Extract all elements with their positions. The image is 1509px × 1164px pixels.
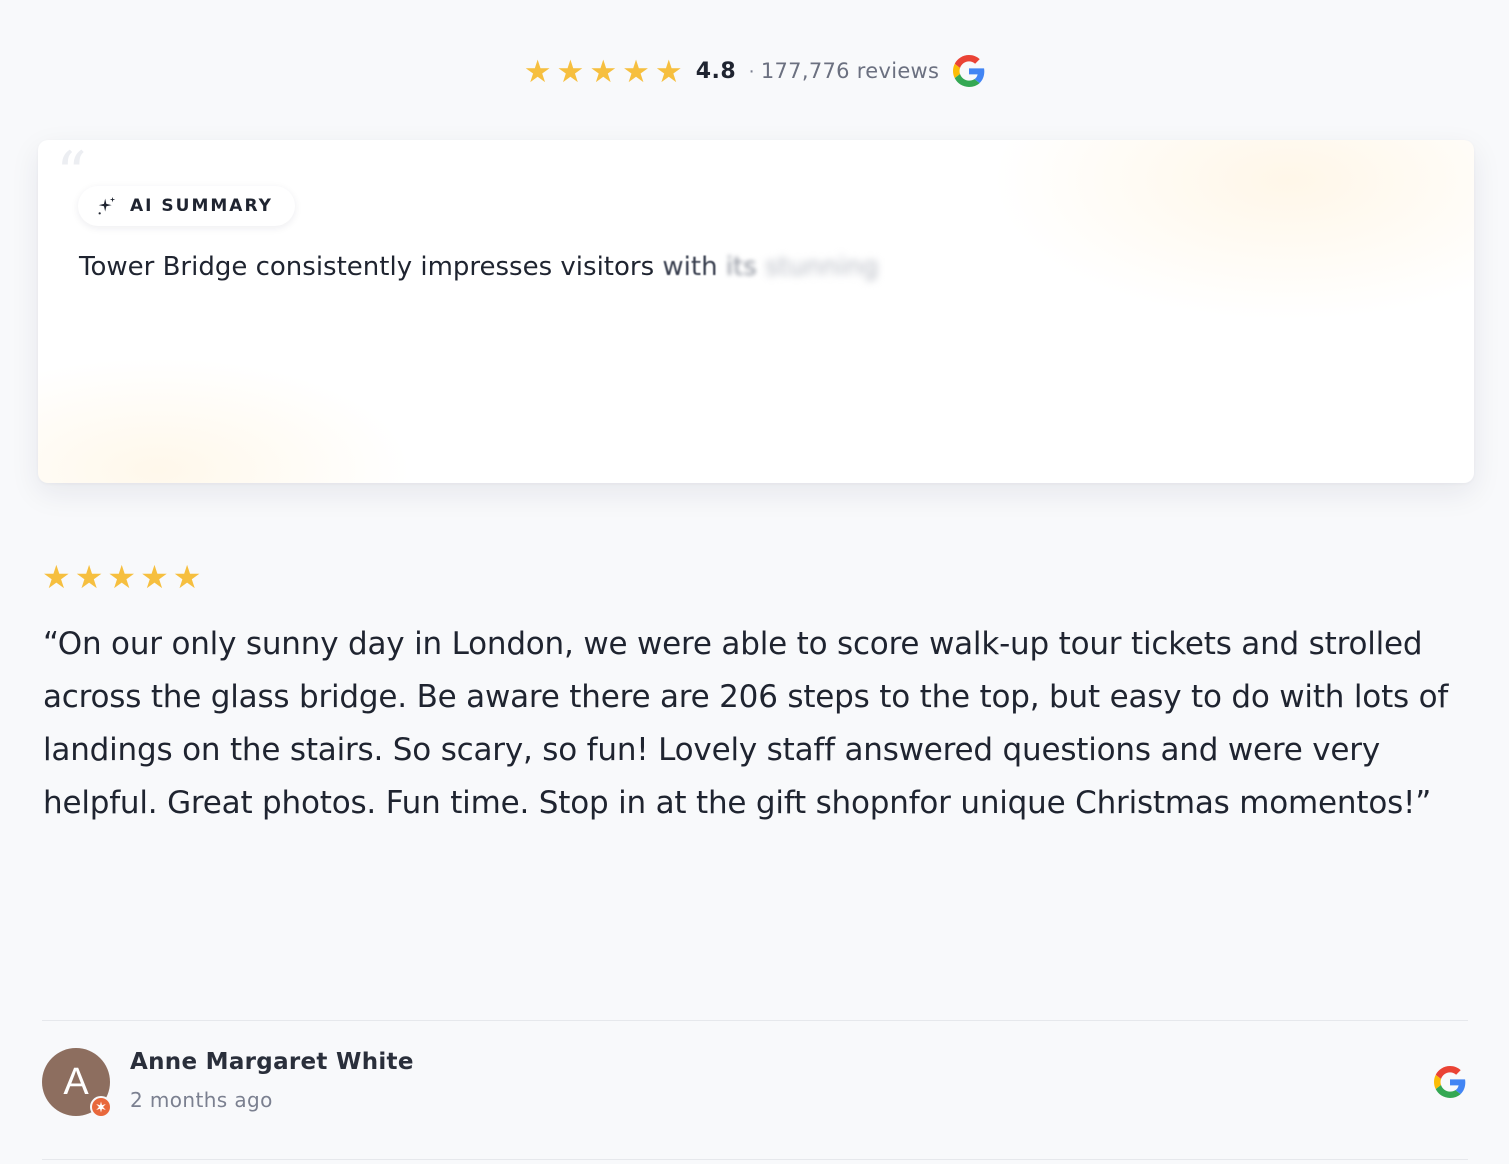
star-icon: ★ <box>654 53 683 89</box>
star-icon: ★ <box>172 559 202 595</box>
review-stars: ★ ★ ★ ★ ★ <box>42 561 205 593</box>
sparkle-icon <box>98 196 116 215</box>
avatar-initial: A <box>63 1060 89 1103</box>
star-icon: ★ <box>523 53 552 89</box>
ai-summary-label: AI SUMMARY <box>130 196 273 216</box>
review-text: “On our only sunny day in London, we wer… <box>43 618 1473 830</box>
summary-text-clear: Tower Bridge consistently impresses visi… <box>79 252 655 282</box>
rating-header: ★ ★ ★ ★ ★ 4.8 · 177,776 reviews <box>0 50 1509 92</box>
rating-value: 4.8 <box>695 58 737 84</box>
star-icon: ★ <box>556 53 585 89</box>
review-text-line: helpful. Great photos. Fun time. Stop in… <box>43 785 1432 821</box>
ai-summary-card: “ AI SUMMARY Tower Bridge consistently i… <box>38 140 1474 483</box>
rating-stars: ★ ★ ★ ★ ★ <box>524 56 688 87</box>
star-icon: ★ <box>140 559 169 595</box>
star-icon: ★ <box>42 559 71 595</box>
google-icon[interactable] <box>1434 1066 1466 1098</box>
separator: · <box>748 59 755 82</box>
starburst-icon <box>96 1101 106 1113</box>
star-icon: ★ <box>622 53 650 89</box>
author-name[interactable]: Anne Margaret White <box>130 1049 414 1075</box>
review-text-line: across the glass bridge. Be aware there … <box>43 679 1449 715</box>
star-icon: ★ <box>589 53 618 89</box>
review-count[interactable]: 177,776 reviews <box>761 59 939 83</box>
review-text-line: landings on the stairs. So scary, so fun… <box>43 732 1380 768</box>
divider <box>42 1020 1468 1021</box>
star-icon: ★ <box>74 559 104 595</box>
summary-text-fade: stunning <box>756 252 879 282</box>
star-icon: ★ <box>107 559 137 595</box>
divider <box>42 1159 1468 1160</box>
review-text-line: “On our only sunny day in London, we wer… <box>43 626 1423 662</box>
summary-text-fade: its <box>717 252 757 282</box>
summary-text: Tower Bridge consistently impresses visi… <box>79 252 878 282</box>
google-icon[interactable] <box>953 55 985 87</box>
review-time: 2 months ago <box>130 1088 273 1112</box>
summary-text-fade: with <box>654 252 718 282</box>
ai-summary-badge: AI SUMMARY <box>78 186 295 226</box>
avatar[interactable]: A <box>42 1048 112 1118</box>
local-guide-badge-icon <box>90 1096 112 1118</box>
